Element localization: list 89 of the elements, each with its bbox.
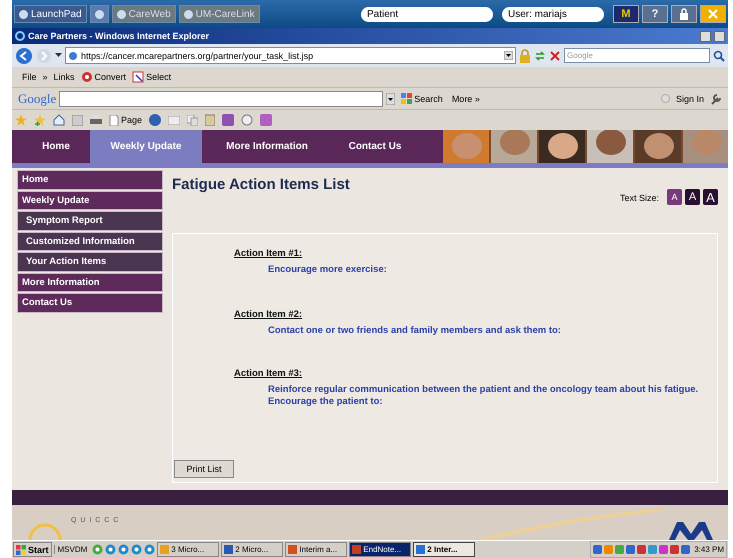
menu-item[interactable]: File xyxy=(22,72,37,82)
dropdown-icon[interactable] xyxy=(504,51,513,60)
select-icon xyxy=(132,71,144,83)
nav-tab[interactable]: More Information xyxy=(202,130,332,163)
sidebar-item[interactable]: Weekly Update xyxy=(17,190,163,210)
sidebar-item[interactable]: Contact Us xyxy=(17,293,163,312)
taskbar-button[interactable]: Interim a... xyxy=(285,542,348,557)
action-item-title: Action Item #2: xyxy=(234,309,304,322)
add-favorite-icon[interactable] xyxy=(34,114,46,126)
taskbar-button[interactable]: 2 Micro... xyxy=(221,542,284,557)
text-size-label: Text Size: xyxy=(620,193,659,203)
sidebar-item[interactable]: More Information xyxy=(17,272,163,292)
address-field[interactable]: https://cancer.mcarepartners.org/partner/your_task_list.jsp xyxy=(65,47,516,64)
page-menu-button[interactable]: Page xyxy=(109,114,142,126)
taskbar-button[interactable]: 2 Inter... xyxy=(413,542,476,557)
refresh-icon[interactable] xyxy=(534,50,546,62)
convert-icon xyxy=(80,71,93,83)
wrench-icon[interactable] xyxy=(710,92,722,104)
page-heading: Fatigue Action Items List xyxy=(172,176,350,193)
toolbar-label: MSVDM xyxy=(54,545,90,554)
status-dot-icon xyxy=(660,94,670,103)
sidebar-item[interactable]: Home xyxy=(17,170,163,190)
action-item-title: Action Item #1: xyxy=(234,248,304,261)
sidebar-item[interactable]: Your Action Items xyxy=(17,252,163,272)
text-size-button[interactable]: A xyxy=(685,189,700,205)
restore-button[interactable] xyxy=(714,30,725,42)
google-logo: Google xyxy=(18,90,56,106)
copy-icon[interactable] xyxy=(187,114,198,126)
window-title: Care Partners - Windows Internet Explorer xyxy=(28,31,209,41)
app-icon xyxy=(160,545,170,554)
print-button[interactable]: Print List xyxy=(174,460,234,478)
more-button[interactable]: More » xyxy=(448,94,483,104)
app-icon xyxy=(416,545,426,554)
browser-button[interactable] xyxy=(90,5,109,23)
lock-icon[interactable] xyxy=(679,8,689,20)
browser-logo-icon xyxy=(15,31,25,41)
clock: 3:43 PM xyxy=(694,545,724,554)
back-icon[interactable] xyxy=(15,46,33,64)
minimize-button[interactable] xyxy=(700,30,711,42)
quick-launch-icon[interactable] xyxy=(92,544,104,555)
menu-item[interactable]: Links xyxy=(54,72,75,82)
windows-logo-icon xyxy=(16,544,26,554)
nav-tab[interactable]: Home xyxy=(22,130,90,163)
action-item-title: Action Item #3: xyxy=(234,368,304,381)
search-icon[interactable] xyxy=(713,50,725,62)
sidebar-item[interactable]: Symptom Report xyxy=(17,211,163,230)
user-field[interactable]: User: mariajs xyxy=(502,6,604,22)
nav-tab[interactable]: Contact Us xyxy=(332,130,418,163)
print-icon[interactable] xyxy=(90,114,102,126)
stop-icon[interactable] xyxy=(549,50,561,62)
action-item-text: Encourage more exercise: xyxy=(268,264,388,276)
taskbar-button[interactable]: 3 Micro... xyxy=(157,542,220,557)
launch-button[interactable]: LaunchPad xyxy=(14,5,87,23)
sign-in-link[interactable]: Sign In xyxy=(672,94,707,104)
home-icon[interactable] xyxy=(53,114,65,126)
dropdown-icon[interactable] xyxy=(55,53,62,58)
quick-launch-icon[interactable] xyxy=(118,544,130,555)
app-icon xyxy=(224,545,234,554)
m-button[interactable]: M xyxy=(613,5,639,23)
taskbar-button[interactable]: EndNote... xyxy=(349,542,412,557)
text-size-button[interactable]: A xyxy=(703,189,718,205)
provider-query-field[interactable]: Google xyxy=(564,48,710,63)
patient-field[interactable]: Patient xyxy=(361,6,493,22)
action-item-text: Contact one or two friends and family members and ask them to: xyxy=(268,325,562,337)
start-button[interactable]: Start xyxy=(13,542,52,557)
close-button[interactable] xyxy=(700,5,726,23)
university-logo-icon xyxy=(669,520,713,540)
menu-item[interactable]: Convert xyxy=(80,71,126,83)
close-icon[interactable] xyxy=(708,9,718,19)
app-icon xyxy=(288,545,298,554)
action-item-text: Reinforce regular communication between the patient and the oncology team about his fatigue. Encourage the patient to: xyxy=(268,384,700,408)
text-size-button[interactable]: A xyxy=(667,189,682,205)
menu-item[interactable]: Select xyxy=(132,71,172,83)
quick-launch-icon[interactable] xyxy=(131,544,142,555)
help-button[interactable]: ? xyxy=(642,5,668,23)
lock-button[interactable] xyxy=(671,5,697,23)
nav-tab[interactable]: Weekly Update xyxy=(90,130,202,163)
favorites-star-icon[interactable] xyxy=(15,114,27,126)
clipboard-icon[interactable] xyxy=(205,114,216,126)
dropdown-icon[interactable] xyxy=(386,92,396,104)
lock-icon[interactable] xyxy=(519,48,531,62)
quick-launch-icon[interactable] xyxy=(105,544,116,555)
sidebar-item[interactable]: Customized Information xyxy=(17,232,163,251)
quick-launch-icon[interactable] xyxy=(144,544,156,555)
google-search-button[interactable]: Search xyxy=(398,93,446,104)
app-icon xyxy=(352,545,362,554)
search-logo-icon xyxy=(401,93,412,104)
menu-item[interactable]: » xyxy=(42,72,48,82)
google-search-field[interactable] xyxy=(59,90,384,106)
